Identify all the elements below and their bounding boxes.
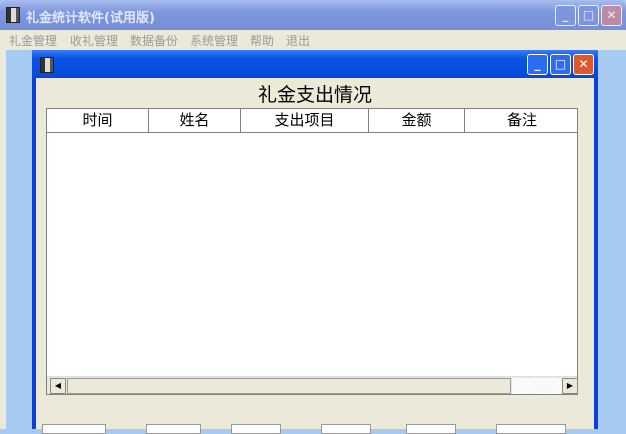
bottom-button-1[interactable] [42,424,106,434]
scroll-track[interactable] [512,378,562,394]
expense-grid[interactable]: 时间 姓名 支出项目 金额 备注 ◀ ▶ [46,108,578,395]
app-icon [6,7,20,23]
menu-bar: 礼金管理 收礼管理 数据备份 系统管理 帮助 退出 [0,30,626,50]
child-window: _ □ ✕ 礼金支出情况 时间 姓名 支出项目 金额 备注 ◀ ▶ [32,50,598,434]
bottom-button-4[interactable] [321,424,371,434]
column-header-name[interactable]: 姓名 [149,109,241,132]
app-title-bar: 礼金统计软件(试用版) _ □ ✕ [0,0,626,30]
child-client: 礼金支出情况 时间 姓名 支出项目 金额 备注 ◀ ▶ [36,78,594,434]
menu-data-backup[interactable]: 数据备份 [130,32,178,49]
grid-header: 时间 姓名 支出项目 金额 备注 [47,109,577,133]
menu-receive-management[interactable]: 收礼管理 [70,32,118,49]
menu-system-management[interactable]: 系统管理 [190,32,238,49]
bottom-button-2[interactable] [146,424,201,434]
bottom-button-6[interactable] [496,424,566,434]
app-title: 礼金统计软件(试用版) [26,11,155,26]
page-title: 礼金支出情况 [257,84,372,106]
horizontal-scrollbar[interactable]: ◀ ▶ [47,376,578,394]
child-app-icon [40,57,54,73]
child-minimize-button[interactable]: _ [527,54,548,75]
bottom-button-5[interactable] [406,424,456,434]
bottom-button-3[interactable] [231,424,281,434]
scroll-thumb[interactable] [67,378,511,394]
menu-exit[interactable]: 退出 [286,32,310,49]
scroll-right-button[interactable]: ▶ [562,378,578,394]
column-header-notes[interactable]: 备注 [465,109,579,132]
child-close-button[interactable]: ✕ [573,54,594,75]
column-header-expense-item[interactable]: 支出项目 [241,109,369,132]
child-maximize-button[interactable]: □ [550,54,571,75]
maximize-button[interactable]: □ [578,5,599,26]
column-header-amount[interactable]: 金额 [369,109,465,132]
menu-gift-management[interactable]: 礼金管理 [9,32,57,49]
child-title-bar: _ □ ✕ [32,50,598,78]
scroll-left-button[interactable]: ◀ [50,378,66,394]
column-header-time[interactable]: 时间 [47,109,149,132]
menu-help[interactable]: 帮助 [250,32,274,49]
close-button[interactable]: ✕ [601,5,622,26]
minimize-button[interactable]: _ [555,5,576,26]
